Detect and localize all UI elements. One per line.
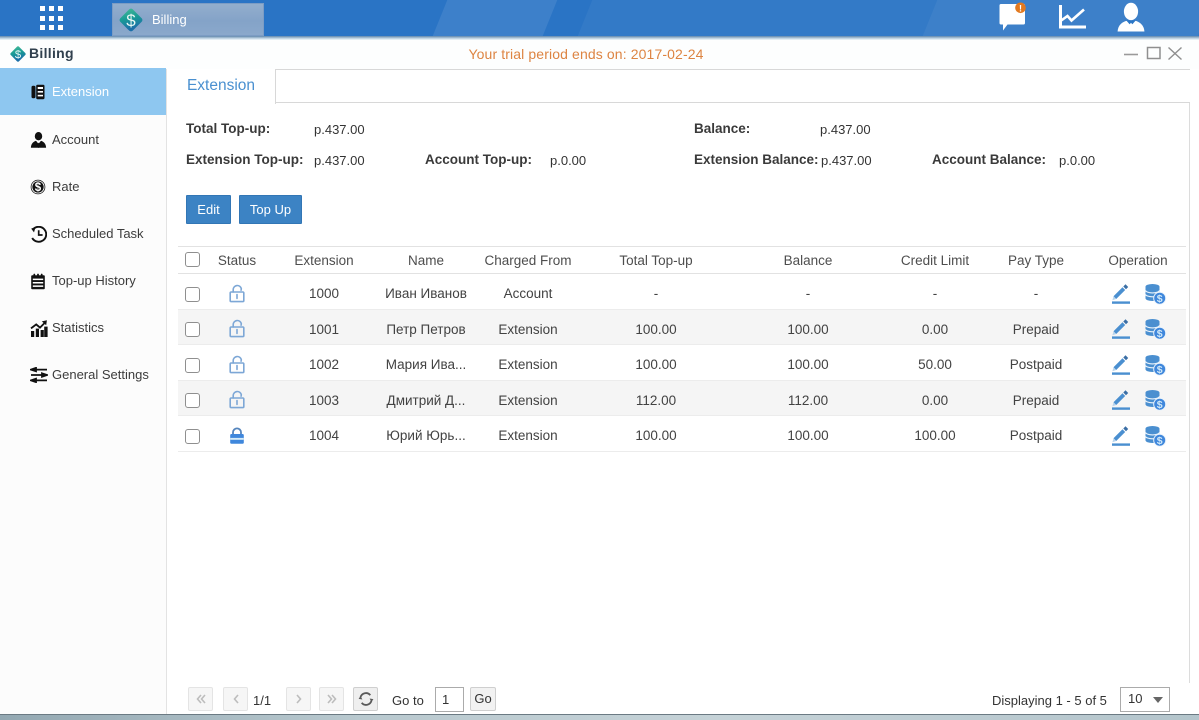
svg-text:$: $ bbox=[1157, 364, 1163, 376]
svg-text:$: $ bbox=[1157, 328, 1163, 340]
svg-text:$: $ bbox=[126, 11, 136, 30]
svg-text:$: $ bbox=[1157, 435, 1163, 447]
svg-text:!: ! bbox=[1019, 3, 1022, 13]
svg-text:$: $ bbox=[35, 182, 42, 194]
svg-text:$: $ bbox=[1157, 399, 1163, 411]
svg-text:$: $ bbox=[1157, 293, 1163, 305]
